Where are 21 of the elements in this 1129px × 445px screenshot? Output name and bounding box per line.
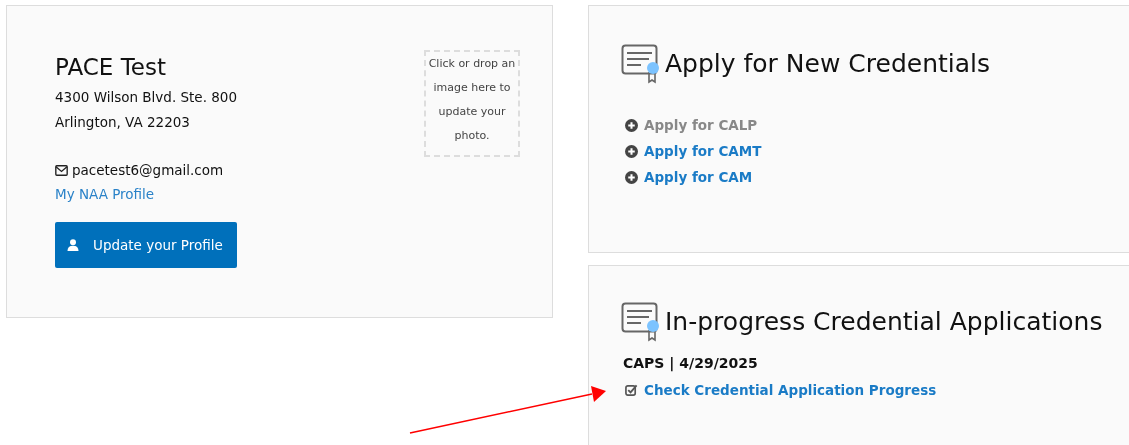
address-line: 4300 Wilson Blvd. Ste. 800 bbox=[55, 88, 237, 107]
address-line: Arlington, VA 22203 bbox=[55, 113, 191, 132]
plus-circle-icon bbox=[625, 170, 638, 184]
application-heading: CAPS | 4/29/2025 bbox=[623, 354, 759, 374]
profile-name: PACE Test bbox=[55, 53, 167, 82]
plus-circle-icon bbox=[625, 144, 638, 158]
photo-drop-zone[interactable]: Click or drop an image here to update your photo. bbox=[424, 50, 520, 157]
apply-link[interactable]: Apply for CAMT bbox=[644, 138, 762, 164]
section-title: Apply for New Credentials bbox=[665, 48, 991, 80]
apply-link[interactable]: Apply for CAM bbox=[644, 164, 753, 190]
certificate-icon bbox=[621, 44, 661, 84]
checkbox-icon bbox=[625, 383, 638, 397]
profile-link[interactable]: My NAA Profile bbox=[55, 186, 155, 202]
section-title: In-progress Credential Applications bbox=[665, 306, 1103, 338]
update-profile-button[interactable]: Update your Profile bbox=[55, 222, 237, 268]
plus-circle-icon bbox=[625, 118, 638, 132]
certificate-icon bbox=[621, 302, 661, 342]
email-address: pacetest6@gmail.com bbox=[72, 161, 224, 180]
envelope-icon bbox=[55, 164, 68, 176]
user-icon bbox=[67, 239, 79, 251]
progress-link[interactable]: Check Credential Application Progress bbox=[644, 376, 937, 404]
